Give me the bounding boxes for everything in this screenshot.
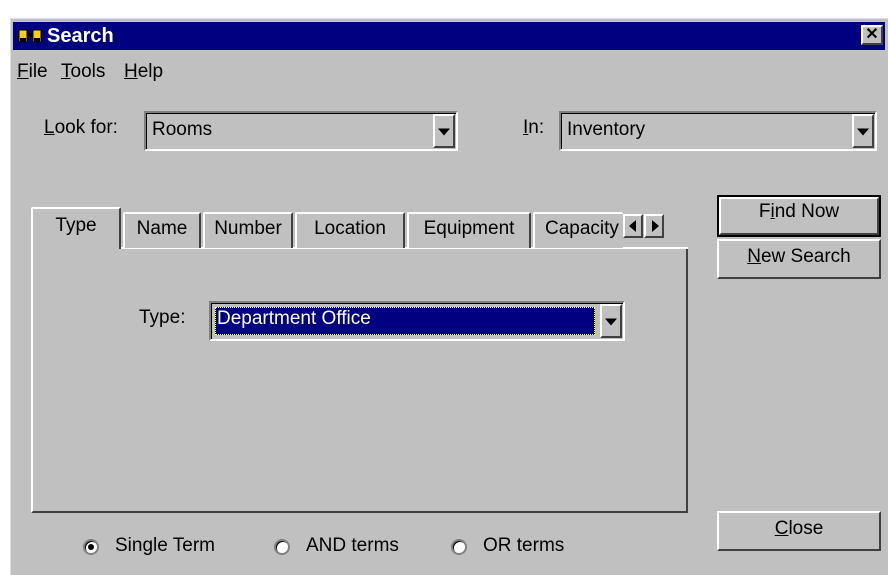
and-terms-radio[interactable]	[274, 539, 290, 555]
look-for-value: Rooms	[152, 119, 213, 140]
chevron-down-icon	[857, 128, 869, 136]
menu-help-label: elp	[137, 61, 164, 82]
close-icon[interactable]: ✕	[861, 25, 883, 45]
or-terms-radio[interactable]	[451, 539, 467, 555]
new-search-label: New Search	[719, 246, 879, 268]
type-value: Department Office	[217, 308, 371, 329]
in-dropdown-button[interactable]	[852, 114, 874, 148]
and-terms-label: AND terms	[306, 535, 399, 556]
tab-scroll-right-button[interactable]	[644, 214, 664, 238]
chevron-down-icon	[605, 318, 617, 326]
menu-tools-mnemonic: T	[61, 61, 71, 82]
new-search-mnemonic: N	[747, 246, 761, 267]
look-for-label-text: ook for:	[54, 117, 118, 138]
chevron-down-icon	[438, 128, 450, 136]
type-label: Type:	[139, 307, 186, 328]
look-for-select[interactable]: Rooms	[144, 111, 458, 151]
single-term-label: Single Term	[115, 535, 215, 556]
title-bar[interactable]: Search ✕	[13, 22, 885, 50]
arrow-left-icon	[629, 220, 636, 232]
find-now-label-post: nd Now	[774, 201, 840, 222]
tab-scroll-left-button[interactable]	[623, 214, 643, 238]
binoculars-icon	[18, 29, 42, 43]
in-label-text: n:	[528, 117, 545, 138]
tab-capacity[interactable]: Capacity	[533, 212, 623, 248]
arrow-right-icon	[652, 220, 659, 232]
single-term-radio[interactable]	[83, 539, 99, 555]
close-mnemonic: C	[774, 518, 789, 539]
find-now-label: Find Now	[719, 201, 879, 223]
close-label-text: lose	[788, 518, 824, 539]
tab-type[interactable]: Type	[31, 207, 121, 249]
or-terms-label: OR terms	[483, 535, 565, 556]
menu-tools-label: ools	[70, 61, 106, 82]
type-dropdown-button[interactable]	[600, 304, 622, 338]
type-select[interactable]: Department Office	[209, 301, 625, 341]
in-value: Inventory	[567, 119, 646, 140]
window-title: Search	[47, 25, 114, 47]
tab-panel	[31, 247, 688, 513]
in-label: In:	[523, 117, 544, 139]
search-window: Search ✕ File Tools Help Look for: Rooms…	[10, 18, 888, 575]
close-button[interactable]: Close	[717, 511, 881, 551]
in-select[interactable]: Inventory	[559, 111, 877, 151]
new-search-button[interactable]: New Search	[717, 239, 881, 279]
look-for-mnemonic: L	[44, 117, 55, 138]
close-label: Close	[719, 518, 879, 540]
menu-help[interactable]: Help	[124, 61, 163, 83]
menu-tools[interactable]: Tools	[61, 61, 105, 83]
new-search-label-text: ew Search	[760, 246, 851, 267]
look-for-dropdown-button[interactable]	[433, 114, 455, 148]
tab-location[interactable]: Location	[295, 212, 405, 248]
find-now-label-pre: F	[758, 201, 771, 222]
menu-file[interactable]: File	[17, 61, 48, 83]
tab-number[interactable]: Number	[203, 212, 293, 248]
menu-file-label: ile	[28, 61, 48, 82]
menu-help-mnemonic: H	[124, 61, 138, 82]
menu-file-mnemonic: F	[17, 61, 29, 82]
find-now-button[interactable]: Find Now	[717, 195, 881, 237]
tab-name[interactable]: Name	[123, 212, 201, 248]
tab-equipment[interactable]: Equipment	[407, 212, 531, 248]
look-for-label: Look for:	[44, 117, 118, 139]
